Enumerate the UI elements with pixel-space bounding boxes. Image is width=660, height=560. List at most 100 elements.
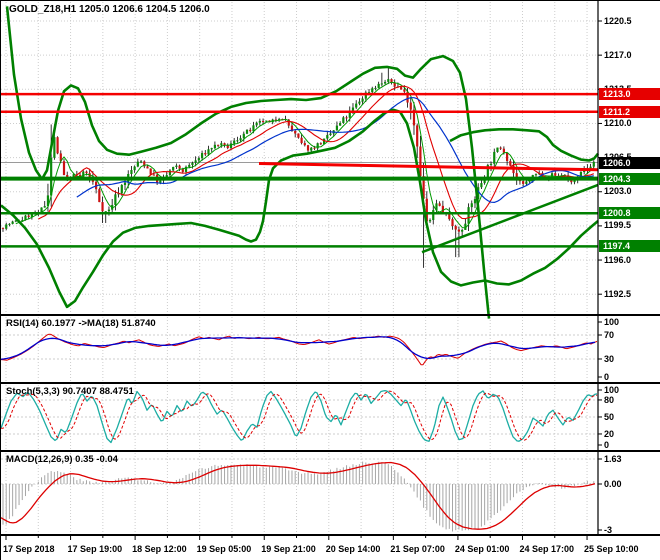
candle-body bbox=[361, 98, 364, 102]
stoch-tick-label: 80 bbox=[604, 394, 615, 405]
stoch-tick-label: 50 bbox=[604, 411, 615, 422]
candle-body bbox=[505, 152, 509, 162]
time-axis-label: 21 Sep 07:00 bbox=[390, 544, 445, 554]
price-badge: 1211.2 bbox=[599, 105, 660, 118]
candle-body bbox=[194, 160, 197, 163]
price-tick-label: 1199.5 bbox=[604, 220, 632, 231]
candle-body bbox=[351, 107, 355, 111]
trading-chart-window: GOLD_Z18,H1 1205.0 1206.6 1204.5 1206.0 … bbox=[0, 0, 660, 560]
time-axis-label: 19 Sep 05:00 bbox=[196, 544, 252, 554]
candle-body bbox=[265, 120, 268, 122]
stoch-tick-label: 0 bbox=[604, 439, 610, 450]
candle-body bbox=[400, 87, 403, 90]
rsi-tick-label: 30 bbox=[604, 353, 615, 364]
candle-body bbox=[509, 161, 512, 166]
candle-body bbox=[387, 79, 390, 82]
time-axis-label: 19 Sep 21:00 bbox=[261, 544, 316, 554]
candle-body bbox=[11, 221, 14, 224]
candle-body bbox=[428, 220, 432, 222]
candle-body bbox=[319, 143, 322, 145]
candle-body bbox=[300, 137, 303, 144]
candle-body bbox=[592, 161, 595, 167]
candle-body bbox=[149, 168, 152, 175]
candle-body bbox=[493, 151, 496, 164]
candle-body bbox=[178, 165, 181, 169]
candle-body bbox=[242, 133, 245, 139]
candle-body bbox=[383, 81, 387, 84]
candle-body bbox=[496, 147, 499, 152]
candle-body bbox=[355, 103, 358, 108]
candle-body bbox=[335, 125, 339, 131]
price-tick-label: 1196.0 bbox=[604, 254, 632, 265]
candle-body bbox=[236, 140, 239, 142]
chart-title: GOLD_Z18,H1 1205.0 1206.6 1204.5 1206.0 bbox=[9, 4, 210, 15]
stochastic-indicator-label: Stoch(5,3,3) 90.7407 88.4751 bbox=[6, 386, 134, 397]
candle-body bbox=[123, 182, 127, 186]
candle-body bbox=[239, 138, 242, 141]
candle-body bbox=[152, 174, 156, 176]
candle-body bbox=[451, 219, 454, 227]
candle-body bbox=[454, 226, 457, 230]
candle-body bbox=[107, 209, 111, 212]
candle-body bbox=[172, 166, 175, 171]
candle-body bbox=[297, 133, 300, 138]
price-badge: 1197.4 bbox=[599, 240, 660, 253]
candle-body bbox=[374, 87, 377, 89]
candle-body bbox=[5, 224, 8, 229]
rsi-indicator-label: RSI(14) 60.1977 ->MA(18) 51.8740 bbox=[6, 318, 156, 329]
price-tick-label: 1210.0 bbox=[604, 117, 632, 128]
candle-body bbox=[197, 158, 200, 161]
candle-body bbox=[473, 199, 477, 204]
price-tick-label: 1217.0 bbox=[604, 49, 632, 60]
candle-body bbox=[101, 202, 104, 212]
candle-body bbox=[377, 83, 380, 88]
panel-bg-0 bbox=[1, 1, 660, 314]
macd-tick-label: 1.63 bbox=[604, 453, 622, 464]
candle-body bbox=[522, 181, 525, 184]
price-tick-label: 1192.5 bbox=[604, 288, 632, 299]
candle-body bbox=[313, 147, 316, 149]
rsi-tick-label: 100 bbox=[604, 316, 620, 327]
candle-body bbox=[114, 194, 117, 205]
candle-body bbox=[175, 165, 178, 167]
price-badge: 1213.0 bbox=[599, 88, 660, 101]
candle-body bbox=[62, 161, 66, 175]
candle-body bbox=[525, 181, 528, 184]
candle-body bbox=[403, 89, 406, 92]
chart-canvas[interactable] bbox=[1, 1, 660, 560]
time-axis-label: 24 Sep 01:00 bbox=[454, 544, 510, 554]
candle-body bbox=[380, 83, 383, 85]
macd-tick-label: 0.00 bbox=[604, 478, 622, 489]
candle-body bbox=[191, 162, 194, 165]
candle-body bbox=[432, 210, 435, 221]
price-tick-label: 1203.0 bbox=[604, 186, 632, 197]
candle-body bbox=[136, 161, 139, 167]
price-badge: 1204.3 bbox=[599, 173, 660, 186]
panel-separator bbox=[1, 450, 660, 452]
macd-tick-label: -3 bbox=[604, 524, 613, 535]
candle-body bbox=[139, 161, 143, 163]
candle-body bbox=[554, 173, 557, 176]
candle-body bbox=[470, 203, 473, 208]
candle-body bbox=[204, 153, 207, 155]
candle-body bbox=[213, 144, 217, 149]
candle-body bbox=[133, 166, 136, 170]
candle-body bbox=[316, 143, 319, 149]
candle-body bbox=[409, 102, 412, 110]
time-axis-label: 17 Sep 19:00 bbox=[67, 544, 123, 554]
candle-body bbox=[233, 140, 236, 144]
candle-body bbox=[249, 129, 252, 132]
panel-separator bbox=[1, 534, 660, 536]
candle-body bbox=[1, 227, 5, 229]
candle-body bbox=[339, 123, 342, 126]
candle-body bbox=[223, 143, 226, 145]
price-tick-label: 1220.5 bbox=[604, 15, 632, 26]
candle-body bbox=[146, 166, 149, 169]
time-axis[interactable] bbox=[5, 536, 588, 540]
candle-body bbox=[8, 223, 11, 225]
candle-body bbox=[217, 144, 220, 146]
candle-body bbox=[261, 120, 265, 122]
candle-body bbox=[438, 203, 441, 206]
time-axis-label: 24 Sep 17:00 bbox=[519, 544, 575, 554]
candle-body bbox=[371, 88, 374, 93]
